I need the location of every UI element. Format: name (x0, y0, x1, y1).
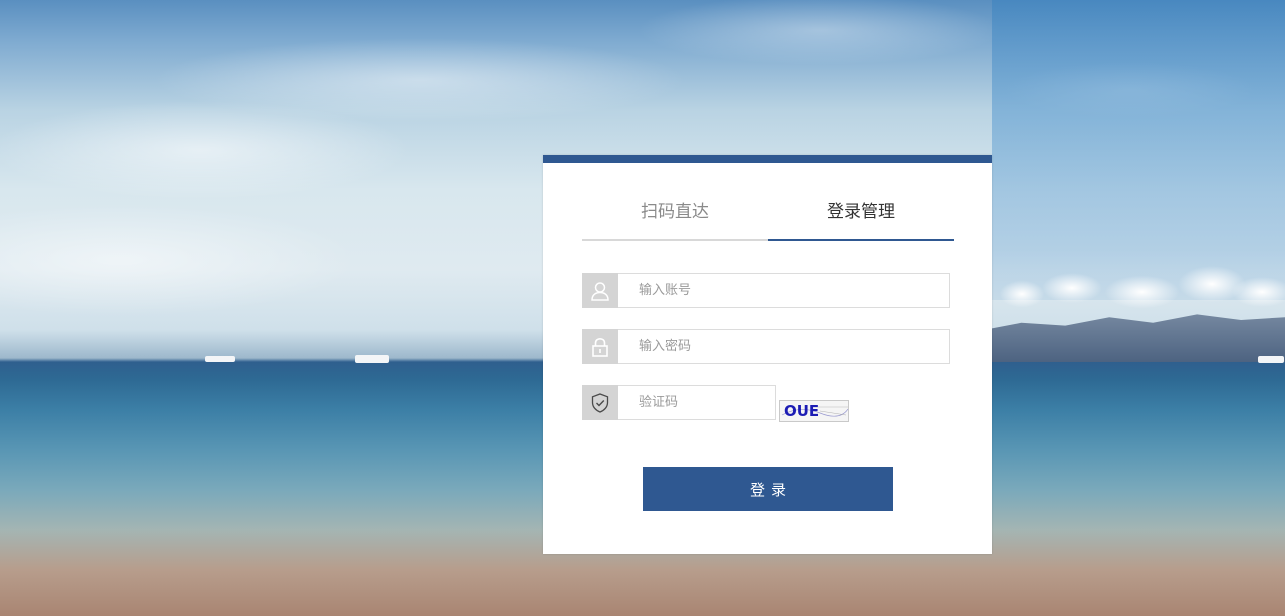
login-tabs: 扫码直达 登录管理 (582, 199, 954, 241)
password-field (582, 329, 950, 364)
captcha-image[interactable]: OUE (779, 400, 849, 422)
background-clouds-right (992, 266, 1285, 314)
tab-qr-scan[interactable]: 扫码直达 (582, 199, 768, 241)
background-boat (1258, 356, 1284, 363)
captcha-text: OUE (784, 402, 820, 420)
captcha-input[interactable] (618, 385, 776, 420)
tab-login-management[interactable]: 登录管理 (768, 199, 954, 241)
captcha-field (582, 385, 776, 420)
account-input[interactable] (618, 273, 950, 308)
background-boat (355, 355, 389, 363)
user-icon (582, 273, 618, 308)
shield-check-icon (582, 385, 618, 420)
login-card: 扫码直达 登录管理 输入账号 验证码 OUE 登录 (543, 155, 992, 554)
background-boat (205, 356, 235, 362)
login-button[interactable]: 登录 (643, 467, 893, 511)
background-sky (992, 0, 1285, 300)
password-input[interactable] (618, 329, 950, 364)
lock-icon (582, 329, 618, 364)
account-field (582, 273, 950, 308)
